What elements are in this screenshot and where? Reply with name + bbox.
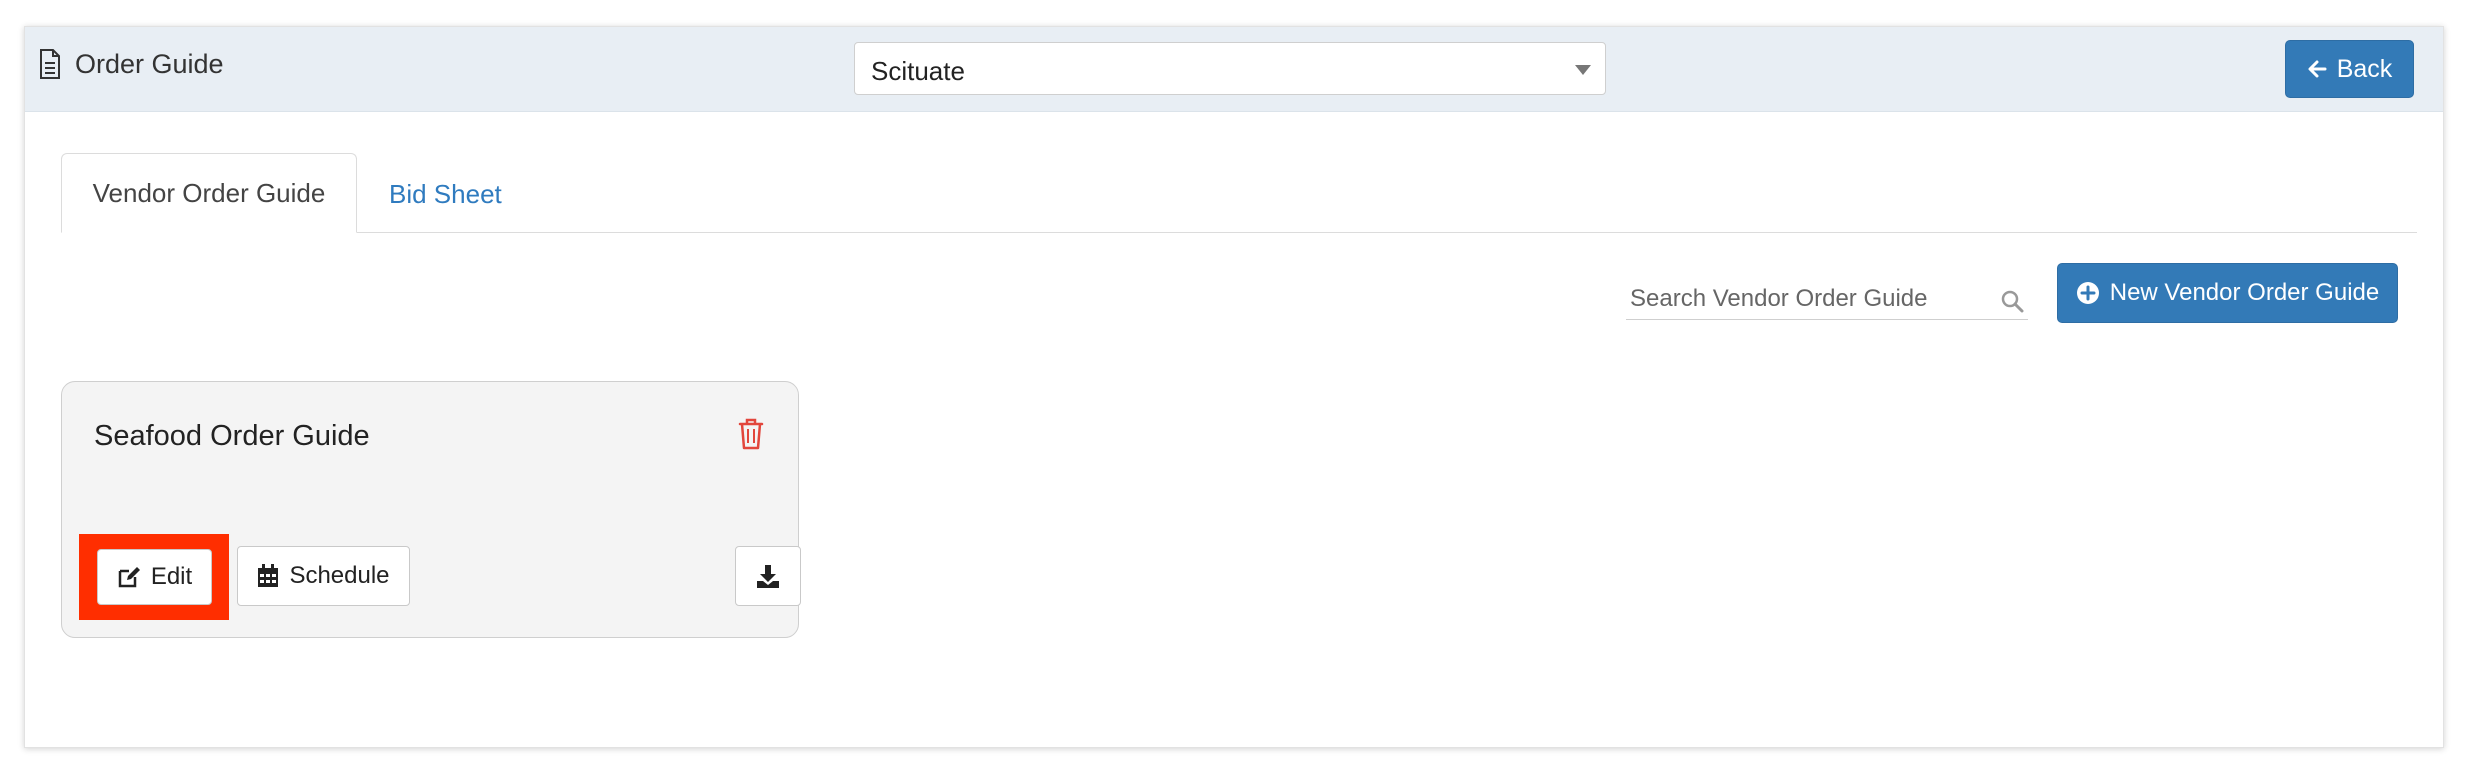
download-button[interactable] [735, 546, 801, 606]
order-guide-card: Seafood Order Guide Edit Schedule [61, 381, 801, 638]
arrow-left-icon [2308, 60, 2327, 78]
plus-circle-icon [2076, 282, 2099, 304]
tab-bid-sheet[interactable]: Bid Sheet [389, 179, 502, 210]
chevron-down-icon [1575, 65, 1591, 75]
new-vendor-order-guide-label: New Vendor Order Guide [2109, 279, 2380, 306]
back-button[interactable]: Back [2285, 40, 2414, 98]
edit-button-label: Edit [150, 563, 193, 590]
search-input[interactable] [1626, 281, 1994, 317]
calendar-icon [258, 564, 279, 587]
page-title: Order Guide [75, 49, 224, 79]
tabs-divider [61, 232, 2417, 233]
order-guide-panel: Order Guide Scituate Back Vendor Order G… [24, 26, 2444, 748]
edit-button[interactable]: Edit [97, 549, 212, 605]
page-header: Order Guide Scituate Back [25, 27, 2443, 112]
search-icon [2001, 290, 2024, 313]
location-select[interactable]: Scituate [854, 42, 1606, 95]
back-button-label: Back [2336, 54, 2393, 83]
search-box [1626, 281, 2028, 320]
new-vendor-order-guide-button[interactable]: New Vendor Order Guide [2057, 263, 2398, 323]
schedule-button-label: Schedule [289, 562, 390, 589]
document-icon [40, 49, 60, 79]
download-icon [757, 565, 779, 588]
card-title: Seafood Order Guide [94, 420, 370, 452]
tab-vendor-order-guide[interactable]: Vendor Order Guide [61, 153, 357, 233]
edit-icon [118, 567, 140, 588]
schedule-button[interactable]: Schedule [237, 546, 410, 606]
location-select-value: Scituate [871, 56, 965, 86]
trash-icon[interactable] [738, 418, 764, 450]
